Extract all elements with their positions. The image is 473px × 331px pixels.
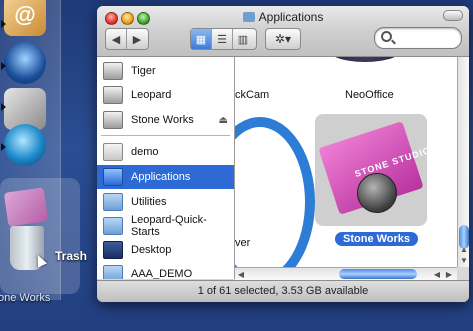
view-mode-group: ▦ ☰ ▥ (190, 28, 257, 50)
sidebar-item-leopard-quick-starts[interactable]: Leopard-Quick-Starts (97, 214, 234, 238)
dragged-folder-icon (3, 187, 49, 227)
sidebar-item-label: Desktop (131, 244, 172, 256)
file-label[interactable]: ckCam (235, 89, 269, 101)
search-field[interactable] (374, 27, 462, 49)
applications-icon (103, 168, 123, 186)
desktop-icon (103, 241, 123, 259)
sidebar-item-leopard[interactable]: Leopard (97, 84, 234, 106)
icon-view-button[interactable]: ▦ (191, 29, 212, 49)
icon-view-area[interactable]: ckCam NeoOffice ver STONE STUDIO Stone W… (235, 57, 457, 267)
file-label[interactable]: NeoOffice (345, 89, 394, 101)
scroll-right-arrow-icon[interactable]: ▶ (443, 268, 455, 280)
sidebar-item-label: demo (131, 146, 159, 158)
folder-icon (103, 217, 123, 235)
folder-icon (103, 265, 123, 279)
dashboard-icon[interactable] (4, 42, 46, 84)
sidebar-item-label: Leopard (131, 89, 172, 101)
neooffice-icon[interactable] (325, 57, 405, 62)
sidebar-item-aaa-demo[interactable]: AAA_DEMO (97, 263, 234, 279)
running-indicator (1, 143, 6, 151)
sidebar-item-desktop[interactable]: Desktop (97, 239, 234, 261)
sidebar-item-label: Tiger (131, 65, 156, 77)
network-globe-icon[interactable] (4, 124, 46, 166)
sidebar-item-label: Leopard-Quick-Starts (131, 214, 207, 238)
sidebar-item-applications[interactable]: Applications (97, 165, 234, 189)
horizontal-scroll-thumb[interactable] (339, 269, 417, 279)
sidebar: Tiger Leopard Stone Works ⏏ demo Applica… (97, 57, 235, 279)
scroll-down-arrow-icon[interactable]: ▼ (458, 254, 469, 266)
disk-icon (103, 111, 123, 129)
sidebar-item-label: Stone Works (131, 114, 194, 126)
stone-icon (357, 173, 397, 213)
back-forward-group: ◀ ▶ (105, 28, 149, 50)
file-label[interactable]: ver (235, 237, 250, 249)
folder-icon (242, 12, 255, 22)
sidebar-item-stone-works[interactable]: Stone Works ⏏ (97, 109, 234, 131)
eject-icon[interactable]: ⏏ (219, 115, 228, 126)
running-indicator (1, 62, 6, 70)
finder-window: Applications ◀ ▶ ▦ ☰ ▥ ✲▾ Tiger Leopard … (97, 6, 469, 302)
folder-icon (103, 193, 123, 211)
forward-button[interactable]: ▶ (127, 29, 147, 49)
window-title: Applications (97, 10, 469, 24)
toolbar-toggle-button[interactable] (443, 10, 463, 21)
status-bar: 1 of 61 selected, 3.53 GB available (97, 280, 469, 302)
horizontal-scrollbar[interactable]: ◀ ◀ ▶ (235, 267, 457, 280)
trash-label: Trash (55, 249, 88, 263)
selected-item-label[interactable]: Stone Works (335, 232, 419, 246)
action-gear-button[interactable]: ✲▾ (265, 28, 301, 50)
sidebar-divider (101, 135, 230, 136)
scroll-left-arrow-icon[interactable]: ◀ (431, 268, 443, 280)
running-indicator (1, 20, 6, 28)
home-icon (103, 143, 123, 161)
dock: @ (0, 0, 80, 300)
sidebar-item-label: Utilities (131, 196, 167, 208)
search-icon (381, 31, 392, 42)
dragged-item-label: one Works (0, 292, 51, 304)
sidebar-item-tiger[interactable]: Tiger (97, 60, 234, 82)
disk-icon (103, 86, 123, 104)
list-view-button[interactable]: ☰ (212, 29, 233, 49)
address-book-icon[interactable]: @ (4, 0, 46, 36)
column-view-button[interactable]: ▥ (233, 29, 253, 49)
sidebar-item-utilities[interactable]: Utilities (97, 191, 234, 213)
vertical-scrollbar[interactable]: ▲ ▼ (457, 57, 469, 267)
scroll-left-arrow-icon[interactable]: ◀ (235, 268, 247, 280)
sidebar-item-label: Applications (131, 171, 191, 183)
window-title-text: Applications (258, 10, 324, 24)
sidebar-item-label: AAA_DEMO (131, 268, 193, 279)
disk-icon (103, 62, 123, 80)
title-bar[interactable]: Applications ◀ ▶ ▦ ☰ ▥ ✲▾ (97, 6, 469, 57)
running-indicator (1, 103, 6, 111)
back-button[interactable]: ◀ (106, 29, 127, 49)
sidebar-item-demo[interactable]: demo (97, 141, 234, 163)
